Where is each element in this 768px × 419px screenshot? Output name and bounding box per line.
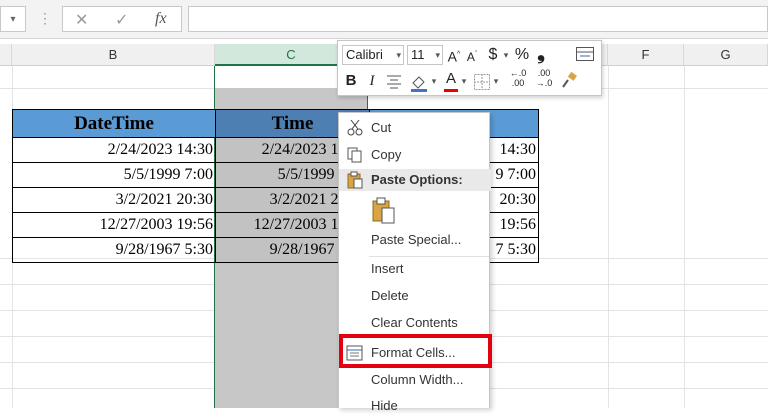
paste-clipboard-svg <box>372 197 395 224</box>
font-color-icon[interactable]: A <box>442 69 460 92</box>
copy-svg <box>347 147 362 163</box>
paste-option-button[interactable] <box>339 195 491 227</box>
font-color-swatch <box>444 89 458 92</box>
insert-function-icon[interactable]: fx <box>155 10 167 28</box>
formula-bar: ▾ ⋮ ✕ ✓ fx <box>0 0 768 39</box>
enter-icon[interactable]: ✓ <box>115 10 128 30</box>
percent-icon[interactable]: % <box>512 45 532 65</box>
cell-b[interactable]: 9/28/1967 5:30 <box>12 237 216 263</box>
menu-item-label: Cut <box>371 120 392 135</box>
scissors-icon <box>345 119 365 137</box>
menu-item-label: Delete <box>371 288 409 303</box>
decrease-decimal-icon[interactable]: .00 →.0 <box>532 68 556 88</box>
paste-options-label: Paste Options: <box>371 172 463 187</box>
font-size-box[interactable]: 11 ▾ <box>407 45 443 65</box>
align-center-svg <box>387 75 401 89</box>
menu-item-delete[interactable]: Delete <box>339 283 491 309</box>
menu-item-column-width[interactable]: Column Width... <box>339 367 491 393</box>
italic-button[interactable]: I <box>364 71 380 91</box>
increase-decimal-bottom: .00 <box>511 78 525 88</box>
borders-icon[interactable] <box>474 74 490 90</box>
decrease-decimal-top: .00 <box>537 68 551 78</box>
cell-b[interactable]: 2/24/2023 14:30 <box>12 137 216 163</box>
decrease-decimal-bottom: →.0 <box>535 78 553 88</box>
menu-item-label: Insert <box>371 261 404 276</box>
merge-center-icon[interactable] <box>576 47 594 61</box>
font-name-value: Calibri <box>346 47 383 62</box>
font-name-box[interactable]: Calibri ▾ <box>342 45 404 65</box>
bold-button[interactable]: B <box>342 71 360 91</box>
chevron-down-icon[interactable]: ▾ <box>502 45 510 65</box>
menu-item-hide[interactable]: Hide <box>339 393 491 419</box>
menu-item-insert[interactable]: Insert <box>339 256 491 282</box>
fill-color-svg <box>411 76 427 92</box>
font-size-value: 11 <box>411 47 425 62</box>
menu-item-cut[interactable]: Cut <box>339 115 491 141</box>
menu-item-paste-special[interactable]: Paste Special... <box>339 227 491 253</box>
column-header-f[interactable]: F <box>608 44 684 66</box>
chevron-down-icon[interactable]: ▾ <box>430 71 438 91</box>
chevron-down-icon: ▾ <box>10 13 16 25</box>
header-datetime[interactable]: DateTime <box>12 109 216 138</box>
chevron-down-icon[interactable]: ▾ <box>460 71 468 91</box>
merge-center-svg <box>576 47 594 61</box>
formula-buttons: ✕ ✓ fx <box>62 6 182 32</box>
format-painter-icon[interactable] <box>560 71 578 89</box>
menu-item-label: Paste Special... <box>371 232 462 247</box>
menu-item-label: Hide <box>371 398 398 413</box>
menu-item-clear-contents[interactable]: Clear Contents <box>339 310 491 336</box>
cell-b[interactable]: 5/5/1999 7:00 <box>12 162 216 188</box>
column-header-g[interactable]: G <box>684 44 768 66</box>
format-painter-svg <box>562 71 577 88</box>
grid-line <box>684 66 685 408</box>
menu-item-label: Clear Contents <box>371 315 458 330</box>
currency-icon[interactable]: $ <box>484 45 502 65</box>
shrink-font-letter: A <box>466 50 475 64</box>
cell-b[interactable]: 3/2/2021 20:30 <box>12 187 216 213</box>
grow-font-letter: A <box>447 48 458 65</box>
align-center-icon[interactable] <box>386 73 402 89</box>
chevron-down-icon: ▾ <box>435 50 440 60</box>
column-header-b[interactable]: B <box>12 44 215 66</box>
menu-item-label: Column Width... <box>371 372 464 387</box>
column-header-stub <box>0 44 12 66</box>
chevron-down-icon: ▾ <box>396 50 401 60</box>
cancel-icon[interactable]: ✕ <box>75 10 88 30</box>
menu-item-label: Copy <box>371 147 402 162</box>
paste-clipboard-icon <box>371 197 397 225</box>
mini-toolbar: Calibri ▾ 11 ▾ A^ Aˇ $ ▾ % ❟ B I ▾ A ▾ ▾ ←… <box>337 40 602 96</box>
clipboard-icon <box>345 171 365 192</box>
increase-decimal-top: ←.0 <box>509 68 527 78</box>
font-color-letter: A <box>445 70 456 87</box>
comma-style-icon[interactable]: ❟ <box>534 43 548 63</box>
shrink-font-icon[interactable]: Aˇ <box>464 45 480 67</box>
scissors-svg <box>347 119 363 136</box>
grid-line <box>608 66 609 408</box>
increase-decimal-icon[interactable]: ←.0.00 <box>506 68 530 88</box>
borders-svg <box>474 74 490 90</box>
paste-options-header: Paste Options: <box>339 169 491 191</box>
menu-item-copy[interactable]: Copy <box>339 142 491 168</box>
cell-b[interactable]: 12/27/2003 19:56 <box>12 212 216 238</box>
grow-font-icon[interactable]: A^ <box>446 45 462 67</box>
formula-input[interactable] <box>188 6 768 32</box>
grip-icon: ⋮ <box>38 10 52 26</box>
fill-color-icon[interactable] <box>408 71 430 93</box>
clipboard-svg <box>347 171 363 189</box>
name-box-dropdown[interactable]: ▾ <box>0 6 26 32</box>
chevron-down-icon[interactable]: ▾ <box>492 71 500 91</box>
highlight-box <box>339 334 492 368</box>
copy-icon <box>345 146 365 164</box>
